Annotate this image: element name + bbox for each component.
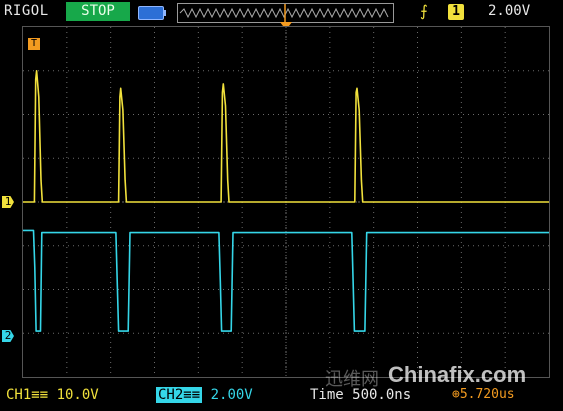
ch1-ground-marker[interactable]: 1 (2, 196, 14, 208)
ch2-tag: CH2≡≡ (156, 387, 203, 403)
position-bar-zigzag (179, 4, 389, 22)
ch2-scale-group[interactable]: CH2≡≡ 2.00V (156, 387, 253, 403)
waveform-svg (23, 27, 549, 377)
watermark-cn: 迅维网 (325, 369, 379, 389)
run-stop-badge[interactable]: STOP (66, 2, 130, 21)
trigger-settings[interactable]: ⨍ 1 2.00V (410, 2, 560, 22)
top-status-bar: RIGOL STOP ⨍ 1 2.00V (0, 0, 563, 24)
ch2-scale: 2.00V (210, 387, 253, 403)
trigger-level: 2.00V (488, 3, 531, 19)
memory-depth-icon (138, 6, 166, 20)
watermark-en: Chinafix.com (388, 362, 527, 387)
brand-label: RIGOL (4, 3, 49, 19)
trigger-offset[interactable]: ⊕5.720us (452, 387, 515, 402)
trigger-level-marker[interactable]: T (28, 38, 40, 50)
ch1-scale[interactable]: CH1≡≡ 10.0V (6, 387, 99, 403)
ch2-ground-marker[interactable]: 2 (2, 330, 14, 342)
rising-edge-icon: ⨍ (420, 2, 428, 20)
trigger-source-badge: 1 (448, 4, 464, 20)
waveform-display[interactable] (22, 26, 550, 378)
waveform-position-bar[interactable] (177, 3, 394, 23)
